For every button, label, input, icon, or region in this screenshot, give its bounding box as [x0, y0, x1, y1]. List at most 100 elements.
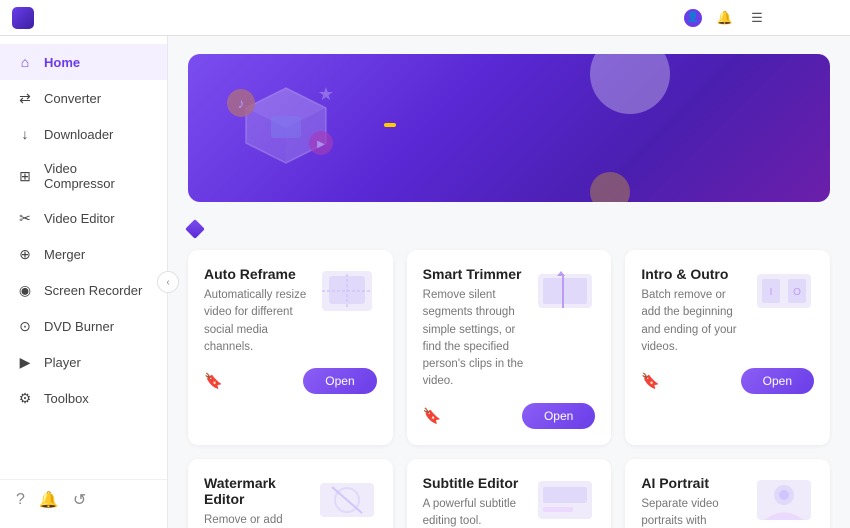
card-title-watermark-editor: Watermark Editor [204, 475, 309, 507]
sidebar-item-downloader[interactable]: ↓ Downloader [0, 116, 167, 152]
card-desc-auto-reframe: Automatically resize video for different… [204, 287, 309, 356]
sidebar-item-screen-recorder[interactable]: ◉ Screen Recorder [0, 272, 167, 308]
feature-card-watermark-editor: Watermark Editor Remove or add watermark… [188, 459, 393, 528]
minimize-button[interactable] [780, 16, 790, 20]
card-thumb-subtitle-editor [535, 475, 595, 525]
card-thumb-smart-trimmer [535, 266, 595, 316]
main-layout: ⌂ Home ⇄ Converter ↓ Downloader ⊞ Video … [0, 36, 850, 528]
card-title-subtitle-editor: Subtitle Editor [423, 475, 528, 491]
feature-cards-grid: Auto Reframe Automatically resize video … [188, 250, 830, 528]
open-button-auto-reframe[interactable]: Open [303, 368, 376, 394]
player-icon: ▶ [16, 353, 34, 371]
card-desc-subtitle-editor: A powerful subtitle editing tool. [423, 496, 528, 528]
titlebar-left [12, 7, 42, 29]
card-desc-ai-portrait: Separate video portraits with artificial… [641, 496, 746, 528]
card-thumb-auto-reframe [317, 266, 377, 316]
bookmark-icon-smart-trimmer[interactable]: 🔖 [423, 407, 442, 425]
card-thumb-ai-portrait [754, 475, 814, 525]
open-button-smart-trimmer[interactable]: Open [522, 403, 595, 429]
feature-card-smart-trimmer: Smart Trimmer Remove silent segments thr… [407, 250, 612, 445]
card-title-intro-outro: Intro & Outro [641, 266, 746, 282]
sidebar-item-merger[interactable]: ⊕ Merger [0, 236, 167, 272]
bookmark-icon-auto-reframe[interactable]: 🔖 [204, 372, 223, 390]
card-info-subtitle-editor: Subtitle Editor A powerful subtitle edit… [423, 475, 528, 528]
sidebar-nav: ⌂ Home ⇄ Converter ↓ Downloader ⊞ Video … [0, 44, 167, 416]
svg-text:★: ★ [318, 84, 334, 104]
card-info-ai-portrait: AI Portrait Separate video portraits wit… [641, 475, 746, 528]
dvd-burner-icon: ⊙ [16, 317, 34, 335]
video-compressor-icon: ⊞ [16, 167, 34, 185]
main-content: ♪ ★ ▶ [168, 36, 850, 528]
sidebar-collapse-arrow[interactable]: ‹ [157, 271, 179, 293]
hamburger-menu-icon[interactable]: ☰ [748, 9, 766, 27]
card-top-intro-outro: Intro & Outro Batch remove or add the be… [641, 266, 814, 356]
sidebar-item-dvd-burner[interactable]: ⊙ DVD Burner [0, 308, 167, 344]
sidebar-bell-icon[interactable]: 🔔 [39, 490, 59, 510]
sidebar-label-screen-recorder: Screen Recorder [44, 283, 142, 298]
card-desc-intro-outro: Batch remove or add the beginning and en… [641, 287, 746, 356]
feature-card-intro-outro: Intro & Outro Batch remove or add the be… [625, 250, 830, 445]
sidebar: ⌂ Home ⇄ Converter ↓ Downloader ⊞ Video … [0, 36, 168, 528]
sidebar-label-video-editor: Video Editor [44, 211, 115, 226]
sidebar-item-toolbox[interactable]: ⚙ Toolbox [0, 380, 167, 416]
card-bottom-intro-outro: 🔖 Open [641, 368, 814, 394]
svg-text:O: O [793, 287, 801, 298]
svg-text:▶: ▶ [317, 139, 325, 150]
card-top-smart-trimmer: Smart Trimmer Remove silent segments thr… [423, 266, 596, 391]
card-top-watermark-editor: Watermark Editor Remove or add watermark… [204, 475, 377, 528]
sidebar-item-video-compressor[interactable]: ⊞ Video Compressor [0, 152, 167, 200]
feature-card-subtitle-editor: Subtitle Editor A powerful subtitle edit… [407, 459, 612, 528]
card-top-auto-reframe: Auto Reframe Automatically resize video … [204, 266, 377, 356]
sidebar-footer: ? 🔔 ↺ [0, 479, 167, 520]
card-info-intro-outro: Intro & Outro Batch remove or add the be… [641, 266, 746, 356]
home-icon: ⌂ [16, 53, 34, 71]
merger-icon: ⊕ [16, 245, 34, 263]
card-thumb-intro-outro: IO [754, 266, 814, 316]
card-info-watermark-editor: Watermark Editor Remove or add watermark… [204, 475, 309, 528]
sidebar-label-player: Player [44, 355, 81, 370]
converter-icon: ⇄ [16, 89, 34, 107]
sidebar-label-video-compressor: Video Compressor [44, 161, 151, 191]
card-info-smart-trimmer: Smart Trimmer Remove silent segments thr… [423, 266, 528, 391]
notification-icon[interactable]: 🔔 [716, 9, 734, 27]
card-info-auto-reframe: Auto Reframe Automatically resize video … [204, 266, 309, 356]
sidebar-item-home[interactable]: ⌂ Home [0, 44, 167, 80]
sidebar-item-converter[interactable]: ⇄ Converter [0, 80, 167, 116]
sidebar-label-downloader: Downloader [44, 127, 113, 142]
close-button[interactable] [828, 16, 838, 20]
card-desc-watermark-editor: Remove or add watermarks. [204, 512, 309, 528]
card-bottom-auto-reframe: 🔖 Open [204, 368, 377, 394]
sidebar-label-dvd-burner: DVD Burner [44, 319, 114, 334]
toolbox-icon: ⚙ [16, 389, 34, 407]
card-top-ai-portrait: AI Portrait Separate video portraits wit… [641, 475, 814, 528]
feature-card-auto-reframe: Auto Reframe Automatically resize video … [188, 250, 393, 445]
help-icon[interactable]: ? [16, 491, 25, 509]
sidebar-label-home: Home [44, 55, 80, 70]
sidebar-item-video-editor[interactable]: ✂ Video Editor [0, 200, 167, 236]
promo-banner: ♪ ★ ▶ [188, 54, 830, 202]
banner-title [376, 123, 396, 127]
open-button-intro-outro[interactable]: Open [741, 368, 814, 394]
sidebar-item-player[interactable]: ▶ Player [0, 344, 167, 380]
sidebar-label-converter: Converter [44, 91, 101, 106]
video-editor-icon: ✂ [16, 209, 34, 227]
svg-text:♪: ♪ [238, 95, 245, 111]
card-title-auto-reframe: Auto Reframe [204, 266, 309, 282]
downloader-icon: ↓ [16, 125, 34, 143]
sidebar-label-toolbox: Toolbox [44, 391, 89, 406]
card-bottom-smart-trimmer: 🔖 Open [423, 403, 596, 429]
banner-text [376, 123, 396, 133]
section-header [188, 222, 830, 236]
user-account-icon[interactable]: 👤 [684, 9, 702, 27]
bookmark-icon-intro-outro[interactable]: 🔖 [641, 372, 660, 390]
card-top-subtitle-editor: Subtitle Editor A powerful subtitle edit… [423, 475, 596, 528]
svg-text:I: I [770, 287, 773, 298]
card-desc-smart-trimmer: Remove silent segments through simple se… [423, 287, 528, 391]
card-title-smart-trimmer: Smart Trimmer [423, 266, 528, 282]
refresh-icon[interactable]: ↺ [73, 490, 86, 510]
banner-illustration: ♪ ★ ▶ [216, 78, 356, 178]
maximize-button[interactable] [804, 16, 814, 20]
diamond-icon [185, 219, 205, 239]
app-logo [12, 7, 34, 29]
feature-card-ai-portrait: AI Portrait Separate video portraits wit… [625, 459, 830, 528]
